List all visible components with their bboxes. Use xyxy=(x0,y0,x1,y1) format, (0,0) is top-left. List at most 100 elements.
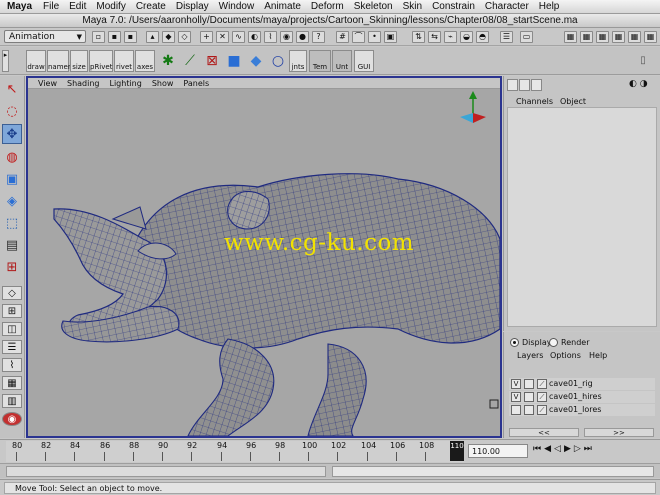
help-menu[interactable]: Help xyxy=(589,351,607,360)
menu-file[interactable]: File xyxy=(38,1,64,12)
shelf-button-jnts[interactable]: jnts xyxy=(289,50,307,72)
step-back-key-icon[interactable]: ◀ xyxy=(544,444,554,454)
mask-joints-icon[interactable]: ✕ xyxy=(216,31,229,43)
mask-misc-icon[interactable]: ? xyxy=(312,31,325,43)
clapper-icon-3[interactable]: ▦ xyxy=(596,31,609,43)
shelf-button-tem[interactable]: Tem xyxy=(309,50,331,72)
numeric-input-icon[interactable]: ▭ xyxy=(520,31,533,43)
layer-type-toggle[interactable] xyxy=(524,379,534,389)
mask-surfaces-icon[interactable]: ◐ xyxy=(248,31,261,43)
panel-menu-lighting[interactable]: Lighting xyxy=(99,78,141,88)
menu-help[interactable]: Help xyxy=(534,1,565,12)
scale-tool-icon[interactable]: ▣ xyxy=(2,170,22,190)
new-scene-icon[interactable]: ▫ xyxy=(92,31,105,43)
channel-box-toggle-icons[interactable] xyxy=(507,79,549,93)
poly-cube-icon[interactable]: ■ xyxy=(224,51,244,71)
construction-history-icon[interactable]: ⌁ xyxy=(444,31,457,43)
mask-deformers-icon[interactable]: ⌇ xyxy=(264,31,277,43)
move-tool-icon[interactable]: ✥ xyxy=(2,124,22,144)
play-back-icon[interactable]: ◁ xyxy=(554,444,564,454)
menu-window[interactable]: Window xyxy=(214,1,260,12)
layout-single-icon[interactable]: ◇ xyxy=(2,286,22,300)
layers-menu[interactable]: Layers xyxy=(517,351,543,360)
menu-character[interactable]: Character xyxy=(480,1,534,12)
nurbs-circle-icon[interactable]: ○ xyxy=(268,51,288,71)
poly-plane-icon[interactable]: ◆ xyxy=(246,51,266,71)
menu-create[interactable]: Create xyxy=(131,1,171,12)
layer-type-toggle[interactable] xyxy=(524,392,534,402)
shelf-button-axes[interactable]: axes xyxy=(135,50,155,72)
rotate-tool-icon[interactable]: ◍ xyxy=(2,148,22,168)
mask-rendering-icon[interactable]: ● xyxy=(296,31,309,43)
manipulator-tool-icon[interactable]: ◈ xyxy=(2,192,22,212)
snap-point-icon[interactable]: • xyxy=(368,31,381,43)
panel-menu-view[interactable]: View xyxy=(28,78,57,88)
app-menu[interactable]: Maya xyxy=(0,1,38,12)
lasso-tool-icon[interactable]: ◌ xyxy=(2,102,22,122)
object-menu[interactable]: Object xyxy=(560,96,586,107)
shelf-menu-icon[interactable]: ▸ xyxy=(2,50,9,72)
layout-two-icon[interactable]: ◫ xyxy=(2,322,22,336)
clapper-icon-2[interactable]: ▦ xyxy=(580,31,593,43)
layer-row[interactable]: V ⟋ cave01_hires xyxy=(509,391,655,403)
last-tool-icon[interactable]: ⊞ xyxy=(2,258,22,278)
trash-icon[interactable]: ▯ xyxy=(636,51,650,71)
layer-visibility-toggle[interactable]: V xyxy=(511,379,521,389)
open-scene-icon[interactable]: ▪ xyxy=(108,31,121,43)
step-forward-key-icon[interactable]: ▷ xyxy=(574,444,584,454)
shelf-button-privet[interactable]: pRivet xyxy=(89,50,113,72)
cluster-icon[interactable]: ⊠ xyxy=(202,51,222,71)
layout-hypershade-icon[interactable]: ▦ xyxy=(2,376,22,390)
menu-animate[interactable]: Animate xyxy=(259,1,306,12)
mask-curves-icon[interactable]: ∿ xyxy=(232,31,245,43)
mode-dropdown[interactable]: Animation ▼ xyxy=(4,30,86,43)
ik-handle-icon[interactable]: ⟋ xyxy=(180,51,200,71)
range-slider-track[interactable] xyxy=(6,466,326,477)
layout-outliner-icon[interactable]: ☰ xyxy=(2,340,22,354)
show-manipulator-icon[interactable]: ▤ xyxy=(2,236,22,256)
layer-visibility-toggle[interactable] xyxy=(511,405,521,415)
layout-four-icon[interactable]: ⊞ xyxy=(2,304,22,318)
snap-grid-icon[interactable]: # xyxy=(336,31,349,43)
input-history-icon[interactable]: ⇅ xyxy=(412,31,425,43)
channel-list[interactable] xyxy=(507,107,657,327)
layer-type-toggle[interactable] xyxy=(524,405,534,415)
shelf-button-gui[interactable]: GUI xyxy=(354,50,374,72)
scroll-left-button[interactable]: << xyxy=(509,428,579,437)
clapper-icon[interactable]: ▦ xyxy=(564,31,577,43)
mask-handles-icon[interactable]: + xyxy=(200,31,213,43)
clapper-icon-5[interactable]: ▦ xyxy=(628,31,641,43)
layer-color-swatch[interactable]: ⟋ xyxy=(537,379,547,389)
ipr-render-icon[interactable]: ◓ xyxy=(476,31,489,43)
options-menu[interactable]: Options xyxy=(550,351,581,360)
menu-constrain[interactable]: Constrain xyxy=(427,1,480,12)
go-to-start-icon[interactable]: ⏮ xyxy=(533,444,544,454)
clapper-icon-6[interactable]: ▦ xyxy=(644,31,657,43)
command-line-field[interactable] xyxy=(332,466,654,477)
menu-edit[interactable]: Edit xyxy=(64,1,91,12)
scroll-right-button[interactable]: >> xyxy=(584,428,654,437)
render-settings-icon[interactable]: ☰ xyxy=(500,31,513,43)
snap-view-icon[interactable]: ▣ xyxy=(384,31,397,43)
render-icon[interactable]: ◒ xyxy=(460,31,473,43)
menu-deform[interactable]: Deform xyxy=(306,1,349,12)
display-layers-radio[interactable] xyxy=(510,338,519,347)
select-hierarchy-icon[interactable]: ▴ xyxy=(146,31,159,43)
current-frame-field[interactable]: 110.00 xyxy=(468,444,528,458)
menu-display[interactable]: Display xyxy=(171,1,214,12)
clapper-icon-4[interactable]: ▦ xyxy=(612,31,625,43)
shelf-button-unt[interactable]: Unt xyxy=(332,50,352,72)
layer-color-swatch[interactable]: ⟋ xyxy=(537,405,547,415)
time-slider-track[interactable]: 80 82 84 86 88 90 92 94 96 98 100 102 10… xyxy=(6,441,464,462)
shelf-button-namer[interactable]: namer xyxy=(47,50,71,72)
panel-menu-shading[interactable]: Shading xyxy=(57,78,100,88)
layer-color-swatch[interactable]: ⟋ xyxy=(537,392,547,402)
soft-mod-tool-icon[interactable]: ⬚ xyxy=(2,214,22,234)
panel-menu-show[interactable]: Show xyxy=(142,78,174,88)
shelf-button-size[interactable]: size xyxy=(70,50,88,72)
perspective-viewport[interactable]: View Shading Lighting Show Panels www.cg… xyxy=(26,76,502,438)
mask-dynamics-icon[interactable]: ◉ xyxy=(280,31,293,43)
menu-modify[interactable]: Modify xyxy=(91,1,130,12)
current-frame-marker[interactable]: 110 xyxy=(450,441,464,461)
render-layers-radio[interactable] xyxy=(549,338,558,347)
